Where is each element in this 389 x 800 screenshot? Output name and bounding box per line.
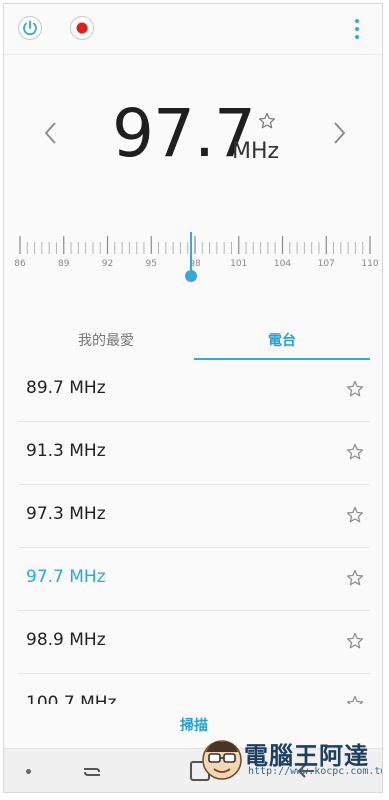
previous-station-button[interactable] bbox=[38, 118, 64, 148]
nav-dot-icon[interactable] bbox=[26, 769, 31, 774]
station-label: 97.7 MHz bbox=[26, 567, 106, 587]
chevron-right-icon bbox=[334, 122, 346, 144]
favorite-toggle[interactable] bbox=[258, 112, 276, 130]
dial-tick-label: 101 bbox=[230, 259, 248, 269]
star-outline-icon[interactable] bbox=[346, 443, 364, 461]
next-station-button[interactable] bbox=[326, 118, 352, 148]
star-outline-icon bbox=[258, 112, 276, 129]
recent-apps-button[interactable] bbox=[80, 761, 104, 783]
dial-tick-label: 110 bbox=[361, 259, 379, 269]
frequency-display: 97.7 MHz bbox=[4, 54, 382, 224]
list-item[interactable]: 98.9 MHz bbox=[18, 612, 370, 674]
dial-tick-label: 89 bbox=[58, 259, 70, 269]
list-item[interactable]: 100.7 MHz bbox=[18, 675, 370, 704]
watermark-url: http://www.kocpc.com.tw bbox=[248, 766, 383, 777]
station-list: 89.7 MHz 91.3 MHz 97.3 MHz 97.7 MHz 98.9… bbox=[4, 360, 382, 704]
frequency-dial[interactable]: 86 89 92 95 98 101 104 107 110 bbox=[4, 226, 382, 286]
watermark: 電腦王阿達 http://www.kocpc.com.tw bbox=[200, 736, 382, 786]
record-icon bbox=[76, 22, 88, 34]
star-outline-icon[interactable] bbox=[346, 380, 364, 398]
mascot-logo bbox=[202, 740, 242, 780]
dial-tick-label: 86 bbox=[14, 259, 26, 269]
star-outline-icon[interactable] bbox=[346, 695, 364, 704]
dial-handle[interactable] bbox=[184, 270, 197, 282]
power-button[interactable] bbox=[18, 16, 42, 40]
list-item[interactable]: 97.3 MHz bbox=[18, 486, 370, 548]
more-vertical-icon bbox=[355, 19, 359, 23]
more-options-button[interactable] bbox=[350, 16, 364, 42]
station-label: 91.3 MHz bbox=[26, 441, 106, 461]
recent-apps-icon bbox=[84, 768, 100, 776]
top-bar bbox=[4, 4, 382, 55]
record-button[interactable] bbox=[70, 16, 94, 40]
dial-tick-label: 104 bbox=[273, 259, 292, 269]
list-item[interactable]: 89.7 MHz bbox=[18, 360, 370, 422]
station-label: 100.7 MHz bbox=[26, 693, 117, 704]
station-label: 89.7 MHz bbox=[26, 378, 106, 398]
tab-bar: 我的最愛 電台 bbox=[18, 324, 370, 360]
dial-tick-label: 95 bbox=[145, 259, 157, 269]
station-label: 98.9 MHz bbox=[26, 630, 106, 650]
chevron-left-icon bbox=[44, 122, 56, 144]
fm-radio-screen: 97.7 MHz 86 89 92 95 98 101 104 107 110 我的最愛 電台 … bbox=[3, 3, 383, 793]
list-item[interactable]: 91.3 MHz bbox=[18, 423, 370, 485]
star-outline-icon[interactable] bbox=[346, 506, 364, 524]
star-outline-icon[interactable] bbox=[346, 569, 364, 587]
power-icon bbox=[23, 20, 37, 36]
frequency-unit: MHz bbox=[232, 139, 280, 164]
tab-stations[interactable]: 電台 bbox=[194, 324, 370, 358]
dial-tick-label: 107 bbox=[317, 259, 335, 269]
star-outline-icon[interactable] bbox=[346, 632, 364, 650]
dial-needle bbox=[189, 232, 192, 274]
station-label: 97.3 MHz bbox=[26, 504, 106, 524]
scan-button[interactable]: 掃描 bbox=[164, 714, 224, 738]
dial-tick-label: 92 bbox=[101, 259, 114, 269]
list-item-active[interactable]: 97.7 MHz bbox=[18, 549, 370, 611]
tab-favorites[interactable]: 我的最愛 bbox=[18, 324, 194, 358]
